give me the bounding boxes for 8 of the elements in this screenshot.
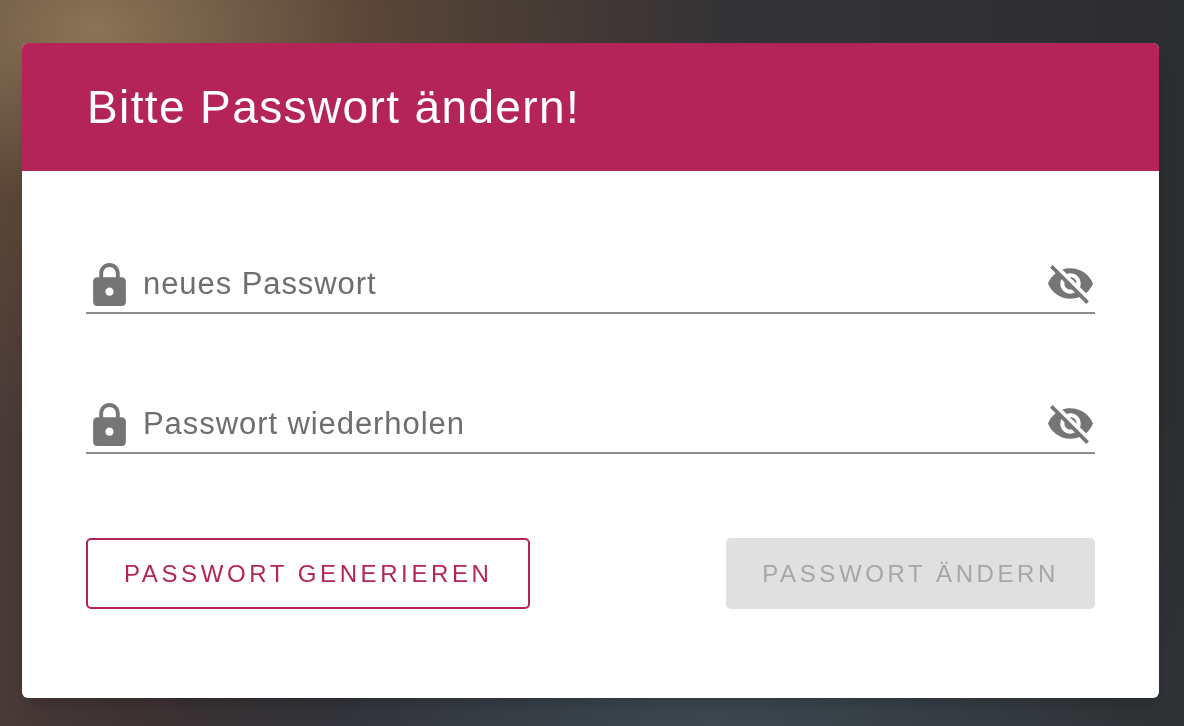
eye-slash-icon[interactable] (1048, 264, 1093, 304)
password-input[interactable]: Passwort wiederholen (143, 402, 1036, 446)
eye-slash-icon[interactable] (1048, 404, 1093, 444)
generate-password-button[interactable]: PASSWORT GENERIEREN (86, 538, 531, 609)
dialog-title: Bitte Passwort ändern! (87, 84, 581, 130)
lock-icon (93, 262, 126, 306)
password-input[interactable]: neues Passwort (143, 262, 1036, 306)
lock-icon (93, 402, 126, 446)
